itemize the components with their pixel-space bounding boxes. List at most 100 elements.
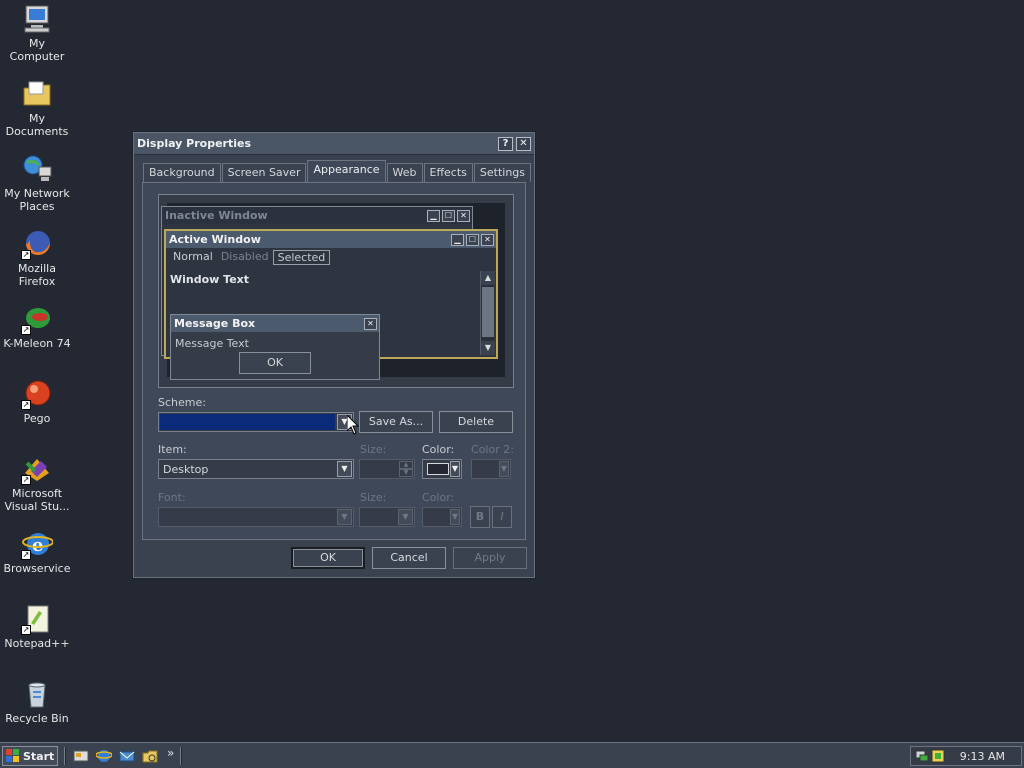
- desktop-icon-label: My Computer: [9, 37, 65, 63]
- font-color-label: Color:: [422, 491, 455, 504]
- chevron-down-icon: ▼: [398, 509, 413, 525]
- quick-launch-overflow[interactable]: »: [167, 746, 174, 760]
- taskbar: Start » 9:13 AM: [0, 742, 1024, 768]
- windows-logo-icon: [6, 749, 19, 762]
- preview-menubar: Normal Disabled Selected: [166, 248, 496, 267]
- size-label: Size:: [360, 443, 387, 456]
- message-box-ok: OK: [239, 352, 311, 374]
- minimize-icon: ▁: [427, 209, 440, 222]
- bold-button: B: [470, 506, 490, 528]
- active-window-titlebar: Active Window ▁ ☐ ✕: [166, 231, 496, 248]
- chevron-down-icon: ▼: [499, 461, 509, 477]
- save-as-button[interactable]: Save As...: [359, 411, 433, 433]
- folder-icon: [21, 78, 53, 110]
- message-box-titlebar: Message Box ✕: [171, 315, 379, 332]
- tab-settings[interactable]: Settings: [473, 163, 532, 182]
- tab-background[interactable]: Background: [143, 163, 221, 182]
- close-icon: ✕: [364, 317, 377, 330]
- clock[interactable]: 9:13 AM: [960, 750, 1005, 763]
- color-label: Color:: [422, 443, 455, 456]
- chevron-down-icon[interactable]: ▼: [337, 461, 352, 477]
- show-desktop-icon[interactable]: [73, 748, 89, 764]
- desktop-icon-firefox[interactable]: ↗ Mozilla Firefox: [0, 228, 74, 288]
- explorer-folder-icon[interactable]: [142, 748, 158, 764]
- internet-explorer-icon[interactable]: [96, 748, 112, 764]
- tab-screen-saver[interactable]: Screen Saver: [221, 163, 307, 182]
- scheme-selection: [160, 414, 335, 430]
- item-combo[interactable]: Desktop ▼: [158, 459, 354, 479]
- font-size-combo: ▼: [359, 507, 415, 527]
- internet-explorer-icon: e ↗: [21, 528, 54, 560]
- item-color-picker[interactable]: ▼: [422, 459, 462, 479]
- inactive-window-title: Inactive Window: [165, 209, 268, 222]
- close-icon: ✕: [481, 233, 494, 246]
- cancel-button[interactable]: Cancel: [372, 547, 446, 569]
- desktop-icon-visual-studio[interactable]: ↗ Microsoft Visual Stu...: [0, 453, 74, 513]
- window-titlebar[interactable]: Display Properties ? ✕: [134, 133, 534, 155]
- chevron-down-icon: ▼: [450, 509, 460, 525]
- window-text: Window Text: [170, 273, 250, 286]
- desktop-icon-label: Mozilla Firefox: [18, 262, 56, 288]
- taskbar-separator: [64, 747, 66, 765]
- window-title: Display Properties: [137, 137, 252, 150]
- desktop-icon-k-meleon[interactable]: ↗ K-Meleon 74: [0, 303, 74, 350]
- scheme-preview[interactable]: Inactive Window ▁ ☐ ✕ Active Window ▁ ☐ …: [158, 194, 514, 388]
- desktop-icon-label: My Network Places: [4, 187, 70, 213]
- italic-button: I: [492, 506, 512, 528]
- tab-appearance[interactable]: Appearance: [307, 160, 386, 182]
- shortcut-arrow-icon: ↗: [21, 625, 31, 635]
- message-text: Message Text: [175, 337, 249, 350]
- desktop-icon-label: My Documents: [5, 112, 69, 138]
- appearance-panel: Inactive Window ▁ ☐ ✕ Active Window ▁ ☐ …: [142, 182, 526, 540]
- display-properties-window: Display Properties ? ✕ Background Screen…: [133, 132, 535, 578]
- tab-web[interactable]: Web: [386, 163, 423, 182]
- desktop-icon-recycle-bin[interactable]: Recycle Bin: [0, 678, 74, 725]
- desktop-icon-my-network-places[interactable]: My Network Places: [0, 153, 74, 213]
- computer-icon: [21, 3, 53, 35]
- close-button[interactable]: ✕: [516, 136, 531, 151]
- item-label: Item:: [158, 443, 187, 456]
- desktop-icon-pego[interactable]: ↗ Pego: [0, 378, 74, 425]
- shortcut-arrow-icon: ↗: [21, 250, 31, 260]
- shortcut-arrow-icon: ↗: [21, 550, 31, 560]
- desktop-icon-my-computer[interactable]: My Computer: [0, 3, 74, 63]
- help-button[interactable]: ?: [498, 136, 513, 151]
- chevron-down-icon[interactable]: ▼: [450, 461, 460, 477]
- font-combo: ▼: [158, 507, 354, 527]
- visual-studio-icon: ↗: [21, 453, 53, 485]
- item-value: Desktop: [163, 463, 209, 476]
- scheme-label: Scheme:: [158, 396, 206, 409]
- scheme-combo[interactable]: ▼: [158, 412, 354, 432]
- desktop-icon-notepad-plus-plus[interactable]: ↗ Notepad++: [0, 603, 74, 650]
- shortcut-arrow-icon: ↗: [21, 325, 31, 335]
- tab-strip: Background Screen Saver Appearance Web E…: [143, 160, 532, 182]
- desktop-icon-browservice[interactable]: e ↗ Browservice: [0, 528, 74, 575]
- apply-button[interactable]: Apply: [453, 547, 527, 569]
- outlook-express-icon[interactable]: [119, 748, 135, 764]
- shortcut-arrow-icon: ↗: [21, 475, 31, 485]
- active-window-title: Active Window: [169, 233, 261, 246]
- network-tray-icon[interactable]: [915, 749, 929, 763]
- desktop-icon-label: Browservice: [3, 562, 71, 575]
- desktop-icon-label: K-Meleon 74: [3, 337, 71, 350]
- desktop-icon-my-documents[interactable]: My Documents: [0, 78, 74, 138]
- ok-button[interactable]: OK: [291, 547, 365, 569]
- inactive-window-titlebar: Inactive Window ▁ ☐ ✕: [162, 207, 472, 224]
- system-tray: 9:13 AM: [910, 746, 1022, 766]
- desktop-icon-label: Microsoft Visual Stu...: [4, 487, 70, 513]
- delete-button[interactable]: Delete: [439, 411, 513, 433]
- spin-down-icon: ▼: [399, 469, 413, 477]
- firefox-icon: ↗: [21, 228, 53, 260]
- maximize-icon: ☐: [466, 233, 479, 246]
- item-color2-picker: ▼: [471, 459, 511, 479]
- message-box-title: Message Box: [174, 317, 256, 330]
- scroll-thumb: [482, 287, 494, 337]
- security-tray-icon[interactable]: [931, 749, 945, 763]
- shortcut-arrow-icon: ↗: [21, 400, 31, 410]
- font-size-label: Size:: [360, 491, 387, 504]
- start-button[interactable]: Start: [2, 746, 58, 766]
- tab-effects[interactable]: Effects: [423, 163, 473, 182]
- maximize-icon: ☐: [442, 209, 455, 222]
- menu-normal: Normal: [173, 250, 213, 263]
- recycle-bin-icon: [21, 678, 53, 710]
